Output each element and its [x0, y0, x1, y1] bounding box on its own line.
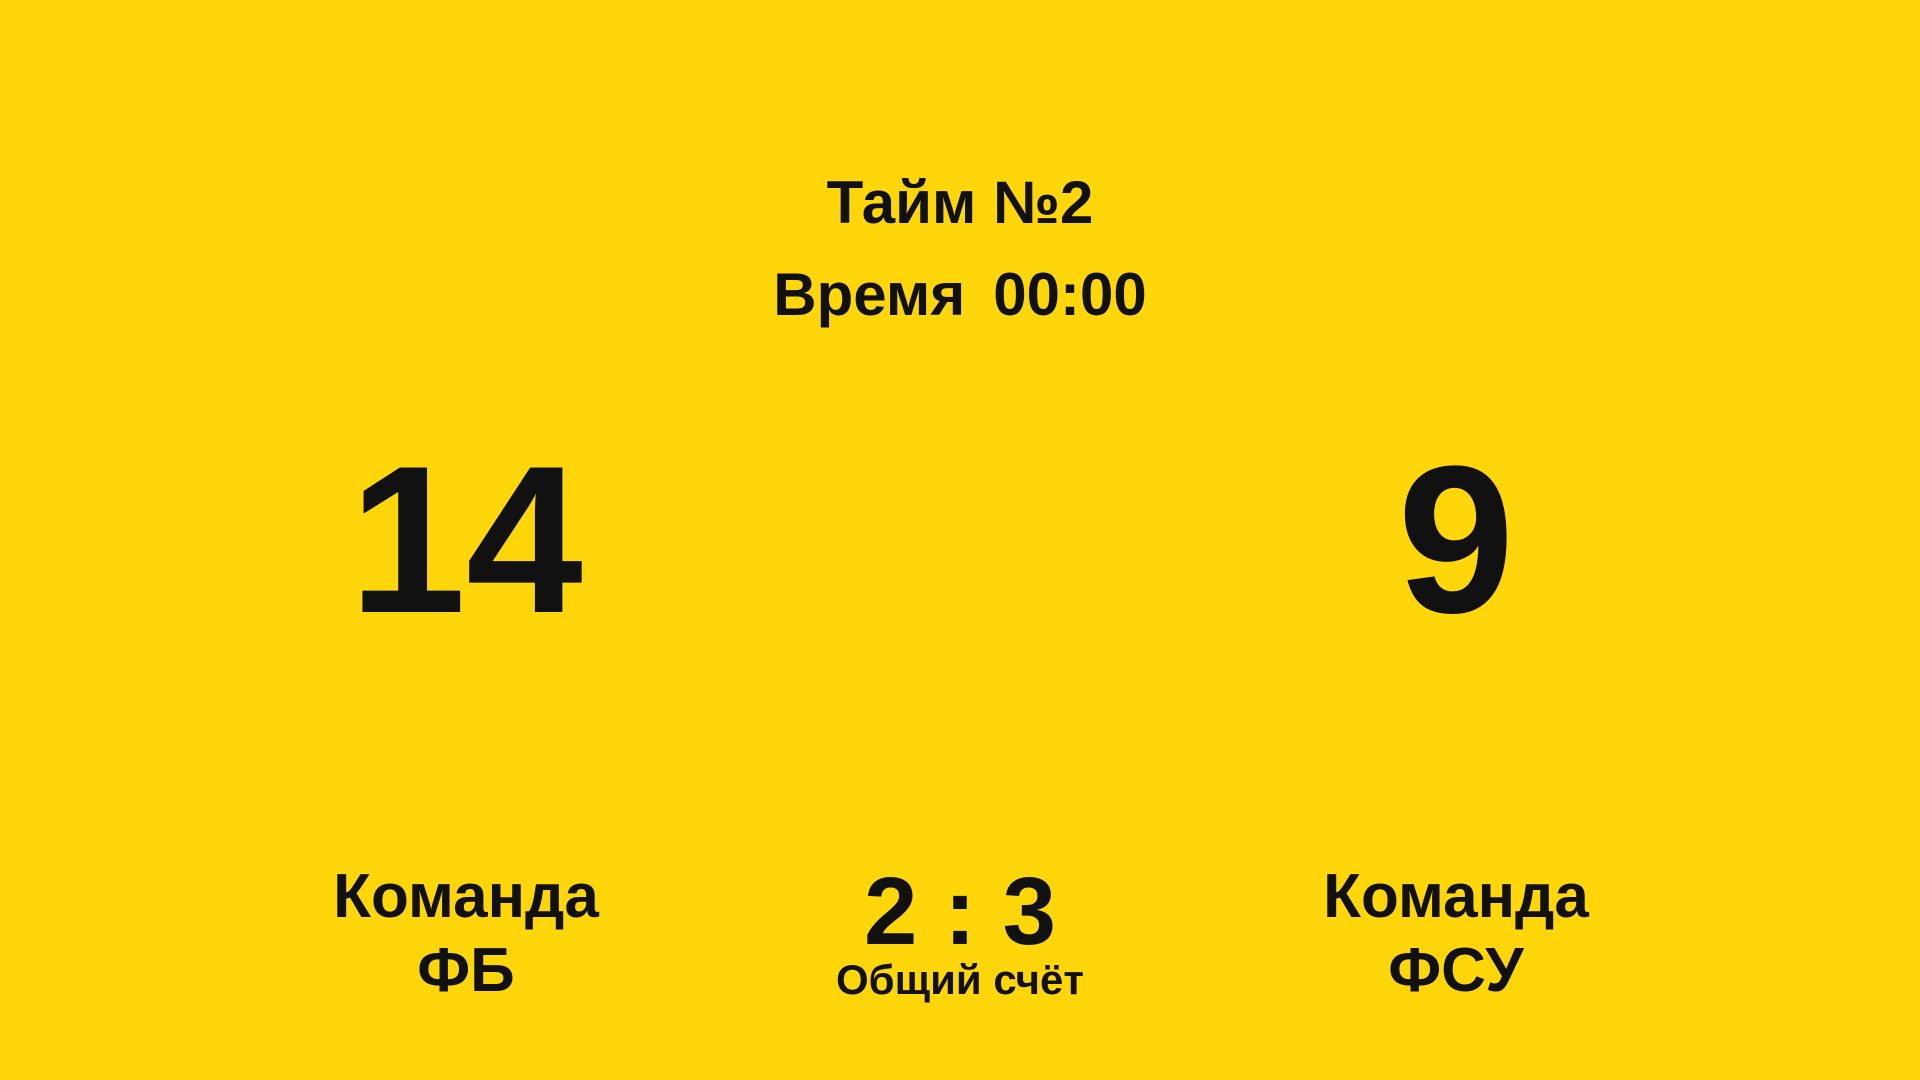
timer-label: Время	[773, 261, 966, 328]
total-score-block: 2 : 3 Общий счёт	[710, 862, 1210, 1002]
game-timer: Время 00:00	[0, 260, 1920, 330]
scoreboard-screen: { "period": { "label": "Тайм №2" }, "tim…	[0, 0, 1920, 1080]
left-team-name-line2: ФБ	[417, 936, 515, 1005]
right-team-name-line2: ФСУ	[1388, 936, 1524, 1005]
left-team-name: Команда ФБ	[216, 860, 716, 1008]
timer-value: 00:00	[993, 261, 1147, 328]
total-score: 2 : 3	[863, 858, 1057, 965]
left-team-score: 14	[349, 422, 583, 657]
right-team-score: 9	[1397, 422, 1515, 657]
right-team-name-line1: Команда	[1323, 862, 1589, 931]
right-team-name: Команда ФСУ	[1206, 860, 1706, 1008]
total-score-label: Общий счёт	[836, 956, 1084, 1003]
left-team-name-line1: Команда	[333, 862, 599, 931]
period-title: Тайм №2	[826, 169, 1094, 236]
